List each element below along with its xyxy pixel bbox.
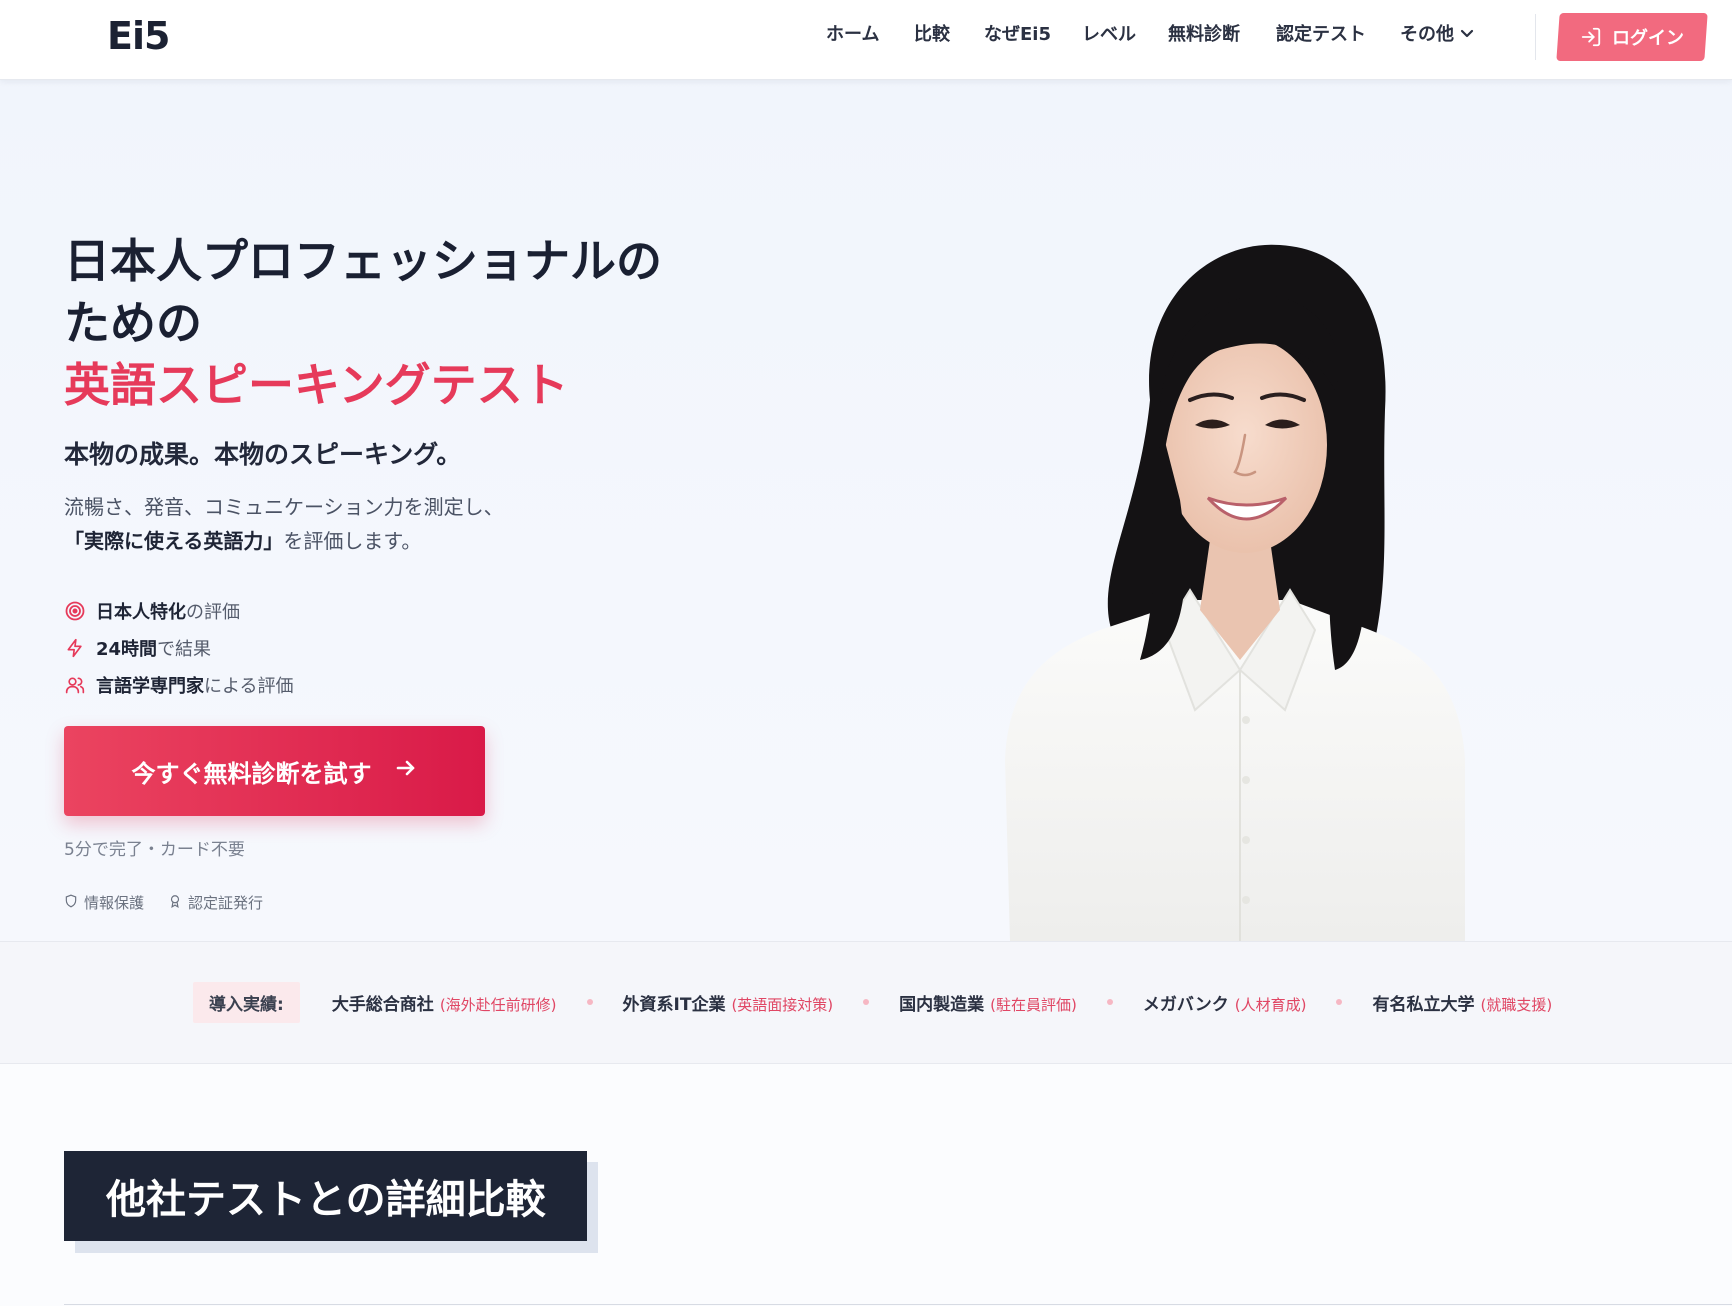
trust-item: 情報保護	[64, 892, 144, 913]
clients-strip: 導入実績: 大手総合商社 (海外赴任前研修) 外資系IT企業 (英語面接対策) 国内…	[0, 941, 1732, 1064]
client-note: (人材育成)	[1234, 995, 1307, 1014]
client-item: 有名私立大学 (就職支援)	[1372, 990, 1552, 1015]
feature-item: 日本人特化 の評価	[64, 592, 293, 629]
client-name: 外資系IT企業	[622, 994, 726, 1015]
site-header: Ei5 ホーム 比較 なぜEi5 レベル 無料診断 認定テスト その他 ログイン	[0, 0, 1732, 80]
feature-bold: 24時間	[96, 638, 158, 660]
trust-badges: 情報保護 認定証発行	[64, 892, 263, 913]
award-icon	[168, 893, 182, 913]
login-button[interactable]: ログイン	[1556, 13, 1708, 61]
nav-more-dropdown[interactable]: その他	[1400, 22, 1474, 48]
client-item: 外資系IT企業 (英語面接対策)	[623, 990, 834, 1015]
client-note: (海外赴任前研修)	[439, 995, 557, 1014]
hero-title-line2: ための	[64, 296, 202, 350]
nav-free-test[interactable]: 無料診断	[1168, 22, 1240, 48]
nav-certified-test[interactable]: 認定テスト	[1276, 22, 1366, 48]
hero-title-accent: 英語スピーキングテスト	[64, 358, 569, 412]
cta-label: 今すぐ無料診断を試す	[131, 759, 372, 788]
client-name: メガバンク	[1142, 994, 1229, 1015]
client-note: (英語面接対策)	[731, 995, 834, 1014]
nav-levels[interactable]: レベル	[1082, 22, 1136, 48]
hero-section: 日本人プロフェッショナルの ための 英語スピーキングテスト 本物の成果。本物のス…	[0, 80, 1732, 941]
cta-note: 5分で完了・カード不要	[64, 840, 245, 860]
nav-divider	[1535, 14, 1536, 60]
desc-bold: 「実際に使える英語力」	[64, 529, 284, 553]
feature-list: 日本人特化 の評価 24時間 で結果 言語学専門家 による評価	[64, 592, 293, 703]
clients-row: 導入実績: 大手総合商社 (海外赴任前研修) 外資系IT企業 (英語面接対策) 国内…	[193, 981, 1552, 1023]
clients-label: 導入実績:	[193, 981, 300, 1023]
desc-part1: 流暢さ、発音、コミュニケーション力を測定し、	[64, 495, 504, 519]
comparison-heading-block: 他社テストとの詳細比較	[64, 1151, 598, 1253]
hero-subtitle: 本物の成果。本物のスピーキング。	[64, 440, 462, 469]
feature-text: による評価	[204, 675, 294, 697]
feature-bold: 言語学専門家	[96, 675, 204, 697]
login-icon	[1580, 26, 1602, 48]
nav-home[interactable]: ホーム	[826, 22, 879, 48]
client-item: 国内製造業 (駐在員評価)	[899, 990, 1077, 1015]
client-item: 大手総合商社 (海外赴任前研修)	[332, 990, 557, 1015]
desc-part2: を評価します。	[283, 529, 422, 553]
separator-dot	[1336, 999, 1343, 1005]
hero-description: 流暢さ、発音、コミュニケーション力を測定し、「実際に使える英語力」を評価します。	[64, 490, 704, 558]
hero-title-line1: 日本人プロフェッショナルの	[64, 234, 662, 288]
login-label: ログイン	[1612, 28, 1684, 49]
client-item: メガバンク (人材育成)	[1143, 990, 1307, 1015]
feature-item: 24時間 で結果	[64, 629, 293, 666]
users-icon	[64, 674, 86, 696]
feature-bold: 日本人特化	[96, 601, 186, 623]
separator-dot	[1106, 999, 1113, 1005]
nav-compare[interactable]: 比較	[914, 22, 950, 48]
nav-more-label: その他	[1400, 24, 1454, 45]
client-name: 大手総合商社	[331, 994, 434, 1015]
main-nav: ホーム 比較 なぜEi5 レベル 無料診断 認定テスト その他	[0, 22, 1732, 52]
client-name: 有名私立大学	[1372, 994, 1475, 1015]
shield-icon	[64, 893, 78, 913]
trust-label: 情報保護	[84, 894, 145, 912]
client-note: (就職支援)	[1480, 995, 1553, 1014]
feature-text: の評価	[186, 601, 240, 623]
separator-dot	[863, 999, 870, 1005]
client-name: 国内製造業	[899, 994, 985, 1015]
feature-item: 言語学専門家 による評価	[64, 666, 293, 703]
section-divider	[64, 1304, 1732, 1305]
comparison-title: 他社テストとの詳細比較	[64, 1151, 587, 1241]
chevron-down-icon	[1460, 22, 1474, 48]
arrow-right-icon	[394, 756, 418, 786]
nav-why-ei5[interactable]: なぜEi5	[984, 22, 1051, 48]
trust-label: 認定証発行	[188, 894, 264, 912]
trust-item: 認定証発行	[168, 892, 263, 913]
hero-portrait-image	[1005, 244, 1465, 941]
separator-dot	[586, 999, 593, 1005]
hero-title: 日本人プロフェッショナルの ための 英語スピーキングテスト	[64, 230, 724, 416]
target-icon	[64, 600, 86, 622]
lightning-icon	[64, 637, 86, 659]
client-note: (駐在員評価)	[990, 995, 1077, 1014]
feature-text: で結果	[157, 638, 212, 660]
free-test-cta-button[interactable]: 今すぐ無料診断を試す	[64, 726, 485, 816]
